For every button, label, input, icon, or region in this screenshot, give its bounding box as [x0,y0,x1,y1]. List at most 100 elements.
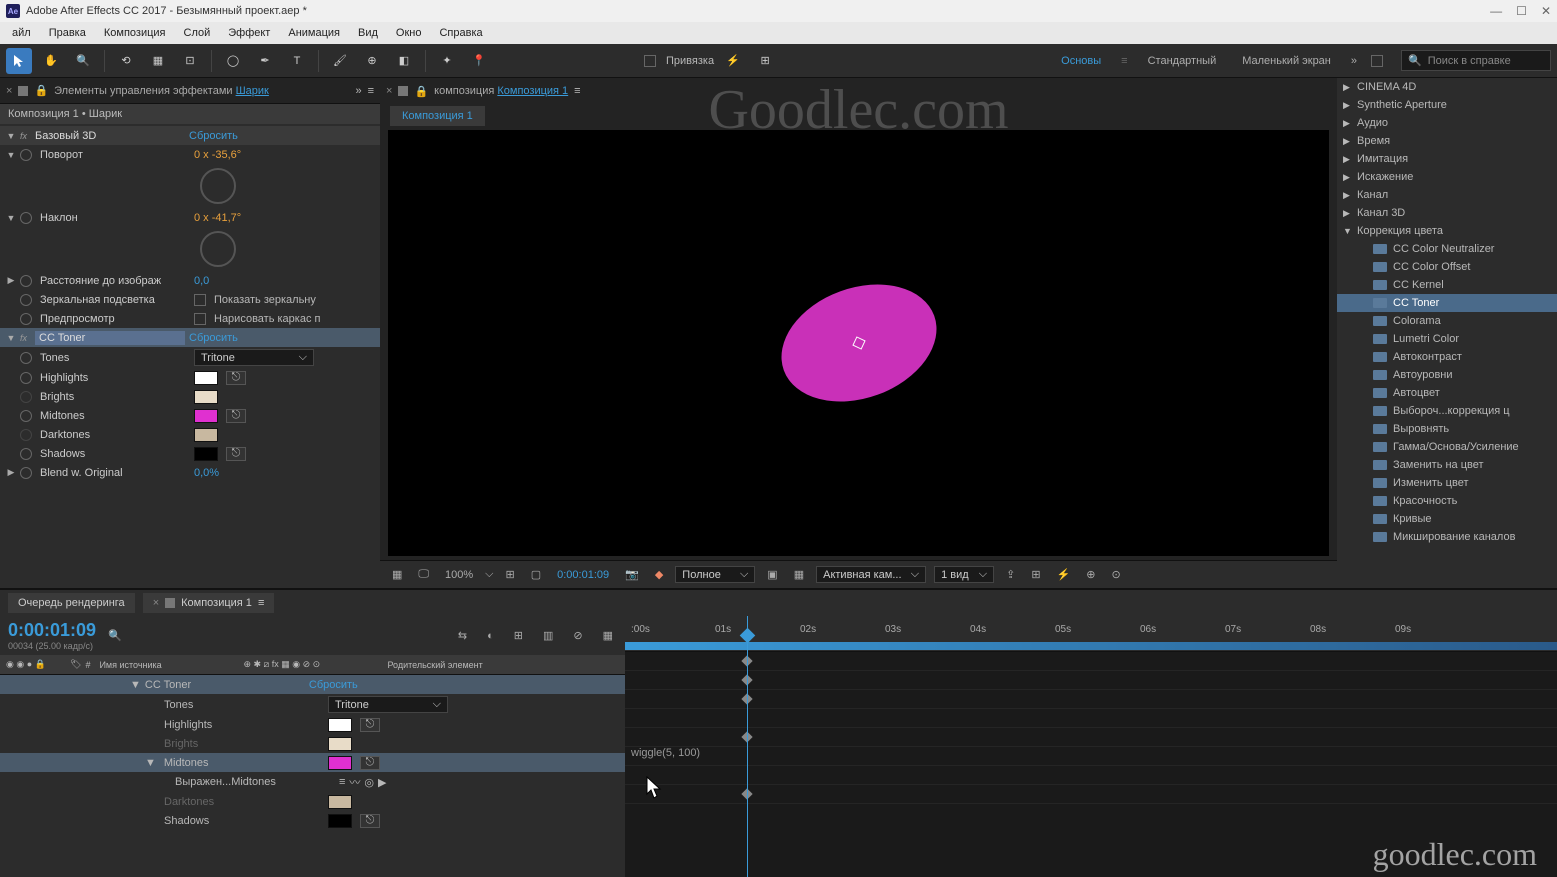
workspace-standard[interactable]: Стандартный [1142,53,1223,69]
fx-autolevels[interactable]: Автоуровни [1393,369,1453,381]
close-panel-icon[interactable]: × [386,85,392,97]
anchor-point-icon[interactable] [852,336,865,349]
fx-colorama[interactable]: Colorama [1393,315,1441,327]
clone-tool[interactable]: ⊕ [359,48,385,74]
reset-link[interactable]: Сбросить [189,130,238,142]
fx-channelmixer[interactable]: Микширование каналов [1393,531,1515,543]
composition-viewer[interactable] [388,130,1329,556]
frame-blend-icon[interactable]: ▥ [539,627,557,644]
layer-ellipse[interactable] [765,264,953,422]
fx-vibrance[interactable]: Красочность [1393,495,1457,507]
graph-editor-icon[interactable]: ▦ [599,627,617,644]
sync-icon[interactable] [1371,55,1383,67]
timeline-tracks[interactable]: :00s 01s 02s 03s 04s 05s 06s 07s 08s 09s… [625,616,1557,877]
expr-pickwhip-icon[interactable]: ◎ [364,776,374,789]
cat-colorcorrection[interactable]: Коррекция цвета [1357,225,1443,237]
shape-tool[interactable]: ◯ [220,48,246,74]
expr-enable-icon[interactable]: ≡ [339,776,345,788]
comp-tab[interactable]: композиция [434,85,494,97]
workspace-essentials[interactable]: Основы [1055,53,1107,69]
effect-name[interactable]: Базовый 3D [35,130,185,142]
pen-tool[interactable]: ✒ [252,48,278,74]
render-queue-tab[interactable]: Очередь рендеринга [8,593,135,613]
close-panel-icon[interactable]: × [6,85,12,97]
stopwatch-icon[interactable] [20,149,32,161]
fx-coloroffset[interactable]: CC Color Offset [1393,261,1470,273]
midtones-color[interactable] [194,409,218,423]
fast-preview-icon[interactable]: ⚡ [1053,566,1075,583]
wireframe-checkbox[interactable] [194,313,206,325]
eyedropper-icon[interactable]: ⎋ [226,371,246,385]
panel-tab-layer[interactable]: Шарик [236,85,269,97]
puppet-tool[interactable]: 📍 [466,48,492,74]
timeline-icon[interactable]: ⊙ [1107,566,1124,583]
fx-cctoner[interactable]: CC Toner [1393,297,1439,309]
eyedropper-icon[interactable]: ⎋ [360,814,380,828]
blend-value[interactable]: 0,0% [194,467,219,479]
stopwatch-icon[interactable] [20,275,32,287]
menu-animation[interactable]: Анимация [280,25,348,41]
transparency-icon[interactable]: ▦ [790,566,808,583]
fx-autocolor[interactable]: Автоцвет [1393,387,1440,399]
label-icon[interactable]: 🏷 [70,659,81,670]
stopwatch-icon[interactable] [20,410,32,422]
cat-simulation[interactable]: Имитация [1357,153,1408,165]
stopwatch-icon[interactable] [20,352,32,364]
views-dropdown[interactable]: 1 вид⌵ [934,566,994,583]
time-ruler[interactable]: :00s 01s 02s 03s 04s 05s 06s 07s 08s 09s [625,616,1557,652]
cat-cinema4d[interactable]: CINEMA 4D [1357,81,1416,93]
comp-mini-icon[interactable]: ⇆ [454,627,471,644]
snap-checkbox[interactable] [644,55,656,67]
expand-icon[interactable]: ▼ [6,150,16,160]
tilt-dial[interactable] [200,231,236,267]
stopwatch-icon[interactable] [20,448,32,460]
minimize-button[interactable]: — [1490,4,1502,18]
fx-replace[interactable]: Заменить на цвет [1393,459,1484,471]
fx-curves[interactable]: Кривые [1393,513,1432,525]
distance-value[interactable]: 0,0 [194,275,209,287]
expand-icon[interactable]: ▼ [6,333,16,343]
hand-tool[interactable]: ✋ [38,48,64,74]
motion-blur-icon[interactable]: ⊘ [569,627,586,644]
tl-fx-name[interactable]: CC Toner [145,679,305,691]
expand-icon[interactable]: ▶ [6,275,16,286]
tl-tones-dropdown[interactable]: Tritone⌵ [328,696,448,713]
tones-dropdown[interactable]: Tritone⌵ [194,349,314,366]
tilt-value[interactable]: 0 x -41,7° [194,212,241,224]
workspace-small[interactable]: Маленький экран [1236,53,1337,69]
eyedropper-icon[interactable]: ⎋ [360,756,380,770]
quality-dropdown[interactable]: Полное⌵ [675,566,755,583]
cat-channel3d[interactable]: Канал 3D [1357,207,1405,219]
share-icon[interactable]: ⇪ [1002,566,1019,583]
menu-composition[interactable]: Композиция [96,25,174,41]
expand-icon[interactable]: ▼ [6,131,16,141]
specular-checkbox[interactable] [194,294,206,306]
search-icon[interactable]: 🔍 [108,629,122,642]
tl-expression[interactable]: Выражен...Midtones [175,776,335,788]
close-tab-icon[interactable]: × [153,597,159,609]
tl-midtones[interactable]: Midtones [164,757,324,769]
cat-distort[interactable]: Искажение [1357,171,1413,183]
brush-tool[interactable]: 🖌 [327,48,353,74]
source-header[interactable]: Имя источника [99,660,239,670]
pan-behind-tool[interactable]: ⊡ [177,48,203,74]
fx-equalize[interactable]: Выровнять [1393,423,1449,435]
expand-icon[interactable]: ▶ [6,467,16,478]
zoom-tool[interactable]: 🔍 [70,48,96,74]
workspace-overflow-icon[interactable]: » [1351,55,1357,67]
preview-time[interactable]: 0:00:01:09 [553,567,613,583]
snap-option2-icon[interactable]: ⊞ [752,48,778,74]
roi-icon[interactable]: ▣ [763,566,781,583]
panel-tab[interactable]: Элементы управления эффектами [54,85,232,97]
monitor-icon[interactable]: 🖵 [414,566,433,583]
mask-icon[interactable]: ▢ [527,566,545,583]
comp-timeline-tab[interactable]: × Композиция 1 ≡ [143,593,275,613]
fx-selective[interactable]: Выбороч...коррекция ц [1393,405,1510,417]
fx-gamma[interactable]: Гамма/Основа/Усиление [1393,441,1519,453]
reset-link[interactable]: Сбросить [189,332,238,344]
snap-option-icon[interactable]: ⚡ [720,48,746,74]
menu-file[interactable]: айл [4,25,39,41]
camera-dropdown[interactable]: Активная кам...⌵ [816,566,926,583]
menu-edit[interactable]: Правка [41,25,94,41]
fx-lumetri[interactable]: Lumetri Color [1393,333,1459,345]
